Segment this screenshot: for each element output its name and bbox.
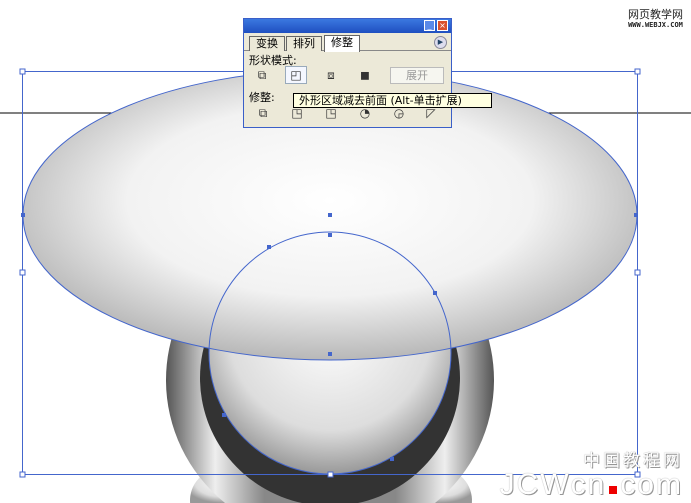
divide-icon[interactable]: ⧉ bbox=[253, 105, 273, 121]
expand-button[interactable]: 展开 bbox=[390, 67, 444, 84]
watermark-url: WWW.WEBJX.COM bbox=[628, 21, 683, 29]
watermark-left: JCWcn bbox=[499, 468, 607, 501]
pathfinders-label: 修整: bbox=[249, 91, 275, 104]
minimize-button[interactable]: _ bbox=[424, 20, 435, 31]
panel-titlebar[interactable]: _ × bbox=[244, 19, 451, 33]
tooltip: 外形区域减去前面 (Alt-单击扩展) bbox=[293, 93, 492, 108]
watermark-right: com bbox=[620, 468, 683, 501]
red-dot bbox=[609, 486, 618, 494]
pathfinder-panel: _ × 变换 排列 修整 ▶ 形状模式: ⧉ ◰ ⧈ ◼ 展开 修整: ⧉ ◳ … bbox=[243, 18, 452, 128]
panel-tabs: 变换 排列 修整 ▶ bbox=[244, 33, 451, 52]
watermark-jcwcn: 中国教程网 JCWcn com bbox=[500, 452, 683, 500]
tab-align[interactable]: 排列 bbox=[286, 36, 322, 51]
tab-pathfinder[interactable]: 修整 bbox=[324, 35, 360, 52]
tab-transform[interactable]: 变换 bbox=[249, 36, 285, 51]
subtract-from-shape-icon[interactable]: ◰ bbox=[285, 66, 307, 84]
add-to-shape-icon[interactable]: ⧉ bbox=[252, 67, 272, 83]
close-button[interactable]: × bbox=[437, 20, 448, 31]
watermark-webjx: 网页教学网 WWW.WEBJX.COM bbox=[628, 8, 683, 30]
panel-menu-icon[interactable]: ▶ bbox=[434, 36, 447, 49]
exclude-overlap-icon[interactable]: ◼ bbox=[355, 67, 375, 83]
intersect-shape-icon[interactable]: ⧈ bbox=[321, 67, 341, 83]
watermark-title: 网页教学网 bbox=[628, 8, 683, 21]
